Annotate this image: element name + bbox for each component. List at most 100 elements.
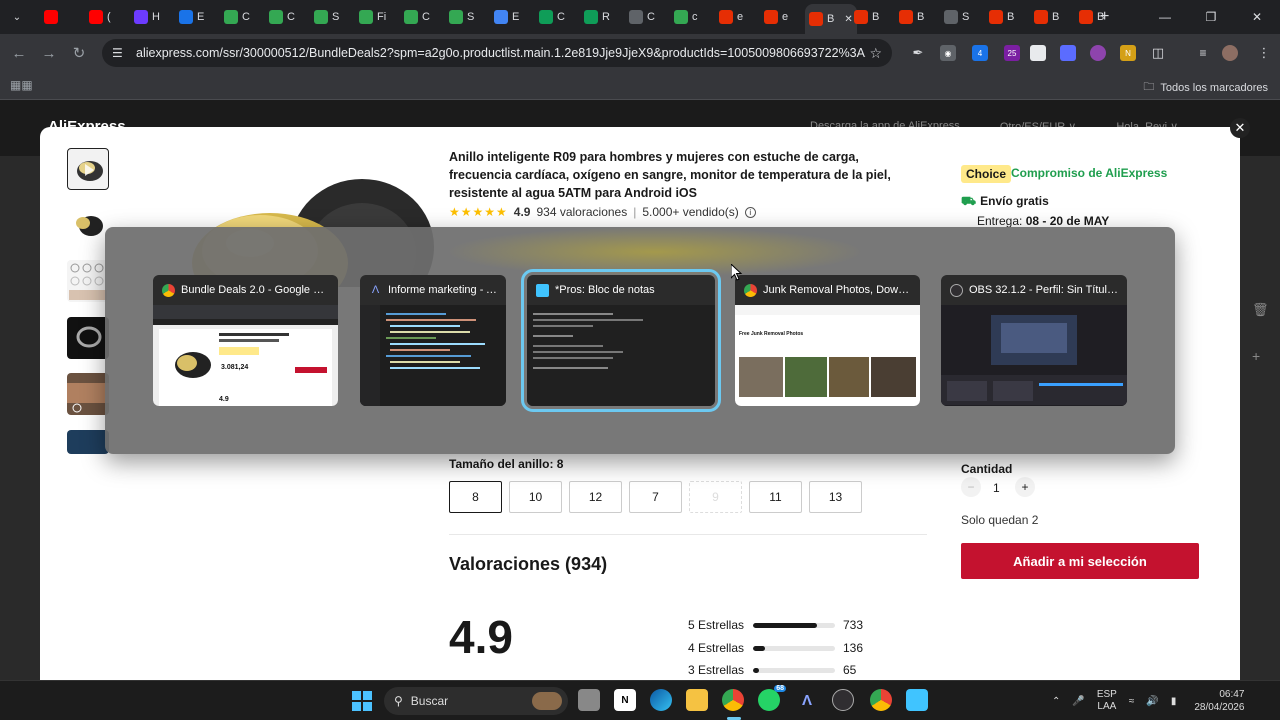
volume-icon[interactable]: 🔊 <box>1146 696 1158 707</box>
browser-tab[interactable]: B <box>850 6 883 28</box>
clock[interactable]: 06:47 28/04/2026 <box>1194 688 1244 714</box>
thumbnail-4[interactable] <box>67 317 109 359</box>
profile-avatar[interactable] <box>1222 45 1238 61</box>
size-option-13[interactable]: 13 <box>809 481 862 513</box>
browser-tab[interactable]: H <box>130 6 164 28</box>
site-info-icon[interactable]: ☰ <box>112 46 130 60</box>
switcher-window-junk-removal[interactable]: Junk Removal Photos, Downlo... Free Junk… <box>735 275 920 406</box>
apps-grid-icon[interactable]: ▦▦ <box>10 78 33 92</box>
back-icon[interactable]: ← <box>8 42 30 64</box>
browser-tab[interactable]: B ✕ <box>805 4 857 34</box>
browser-tab[interactable]: C <box>535 6 569 28</box>
maximize-icon[interactable]: ❐ <box>1188 0 1234 34</box>
wifi-icon[interactable]: ≈ <box>1129 696 1135 707</box>
size-option-12[interactable]: 12 <box>569 481 622 513</box>
language-indicator[interactable]: ESP LAA <box>1097 689 1117 713</box>
app-icon[interactable]: Λ <box>796 689 818 711</box>
reload-icon[interactable]: ↻ <box>68 42 90 64</box>
browser-tab[interactable]: e <box>715 6 747 28</box>
browser-tab[interactable]: B <box>1030 6 1063 28</box>
browser-tab[interactable]: R <box>580 6 614 28</box>
browser-tab[interactable]: S <box>310 6 343 28</box>
browser-tab[interactable]: ( <box>85 6 115 28</box>
browser-tab[interactable]: C <box>625 6 659 28</box>
browser-tab[interactable]: B <box>985 6 1018 28</box>
eyedropper-icon[interactable]: ✒ <box>910 45 926 61</box>
browser-tab[interactable]: c <box>670 6 702 28</box>
extension-gradient-icon[interactable] <box>1060 45 1076 61</box>
thumbnail-5[interactable] <box>67 373 109 415</box>
taskbar-search[interactable]: ⚲ Buscar <box>384 687 568 715</box>
browser-tab[interactable]: S <box>445 6 478 28</box>
new-tab-button[interactable]: + <box>1100 8 1109 26</box>
size-option-11[interactable]: 11 <box>749 481 802 513</box>
windows-start-icon[interactable] <box>352 691 372 711</box>
switcher-window-notepad[interactable]: *Pros: Bloc de notas <box>521 269 721 412</box>
tab-search-button[interactable]: ⌄ <box>8 8 26 26</box>
separator: | <box>633 205 637 219</box>
browser-tab[interactable]: S <box>940 6 973 28</box>
extension-doc-icon[interactable] <box>1030 45 1046 61</box>
edge-icon[interactable] <box>650 689 672 711</box>
add-to-selection-button[interactable]: Añadir a mi selección <box>961 543 1199 579</box>
url-text[interactable]: aliexpress.com/ssr/300000512/BundleDeals… <box>136 46 866 60</box>
quantity-value[interactable]: 1 <box>993 481 1000 495</box>
extension-circle-icon[interactable] <box>1090 45 1106 61</box>
switcher-window-chrome-bundle[interactable]: Bundle Deals 2.0 - Google Chr... 3.081,2… <box>153 275 338 406</box>
ring-on-hand-image <box>67 383 109 413</box>
trash-icon[interactable]: 🗑 <box>1252 302 1269 318</box>
quantity-increase-button[interactable]: + <box>1015 477 1035 497</box>
minimize-icon[interactable]: — <box>1142 0 1188 34</box>
size-option-8[interactable]: 8 <box>449 481 502 513</box>
info-icon[interactable]: i <box>744 206 756 218</box>
forward-icon[interactable]: → <box>38 42 60 64</box>
obs-icon[interactable] <box>832 689 854 711</box>
thumbnail-1[interactable] <box>67 148 109 190</box>
choice-commitment-link[interactable]: Compromiso de AliExpress <box>1011 166 1167 180</box>
browser-tab[interactable]: Fi <box>355 6 390 28</box>
switcher-window-informe[interactable]: Λ Informe marketing - A... <box>360 275 506 406</box>
camera-icon[interactable]: ◉ <box>940 45 956 61</box>
extension-badge-icon-2[interactable]: 25 <box>1004 45 1020 61</box>
close-window-icon[interactable]: ✕ <box>1234 0 1280 34</box>
bookmark-star-icon[interactable]: ☆ <box>869 45 882 62</box>
close-modal-icon[interactable]: ✕ <box>1230 118 1250 138</box>
media-queue-icon[interactable]: ≡ <box>1195 45 1211 61</box>
chevron-up-icon[interactable]: ⌃ <box>1052 696 1060 707</box>
extensions-puzzle-icon[interactable]: ◫ <box>1150 45 1166 61</box>
battery-icon[interactable]: ▮ <box>1171 696 1177 707</box>
browser-tab[interactable]: e <box>760 6 792 28</box>
browser-tab[interactable]: C <box>265 6 299 28</box>
extension-badge-icon[interactable]: 4 <box>972 45 988 61</box>
browser-tab[interactable]: E <box>490 6 523 28</box>
quantity-decrease-button[interactable]: − <box>961 477 981 497</box>
file-explorer-alt-icon[interactable] <box>578 689 600 711</box>
thumbnail-3[interactable] <box>67 260 109 302</box>
notion-icon[interactable]: N <box>614 689 636 711</box>
browser-tab[interactable]: C <box>220 6 254 28</box>
whatsapp-icon[interactable]: 68 <box>758 685 786 711</box>
tab-favicon-icon <box>359 10 373 24</box>
notepad-icon[interactable] <box>906 689 928 711</box>
switcher-window-obs[interactable]: OBS 32.1.2 - Perfil: Sin Título -... <box>941 275 1127 406</box>
browser-tab[interactable]: B <box>895 6 928 28</box>
right-background-strip <box>1240 156 1280 680</box>
all-bookmarks-button[interactable]: 🗀 Todos los marcadores <box>1143 78 1268 97</box>
folder-icon[interactable] <box>686 689 708 711</box>
thumbnail-6[interactable] <box>67 430 109 454</box>
chrome-icon[interactable] <box>722 689 744 711</box>
size-option-10[interactable]: 10 <box>509 481 562 513</box>
extension-n-icon[interactable]: N <box>1120 45 1136 61</box>
menu-dots-icon[interactable]: ⋮ <box>1256 45 1272 61</box>
chrome-icon-2[interactable] <box>870 689 892 711</box>
browser-tab[interactable]: C <box>400 6 434 28</box>
browser-tab[interactable]: E <box>175 6 208 28</box>
address-bar[interactable]: ☰ aliexpress.com/ssr/300000512/BundleDea… <box>102 39 892 67</box>
tab-title: E <box>512 11 520 23</box>
side-plus-icon[interactable]: + <box>1252 348 1260 364</box>
thumbnail-2[interactable] <box>67 203 109 245</box>
browser-tab[interactable] <box>40 6 66 28</box>
reviews-count-link[interactable]: 934 valoraciones <box>536 205 627 219</box>
microphone-icon[interactable]: 🎤 <box>1072 696 1084 707</box>
size-option-7[interactable]: 7 <box>629 481 682 513</box>
